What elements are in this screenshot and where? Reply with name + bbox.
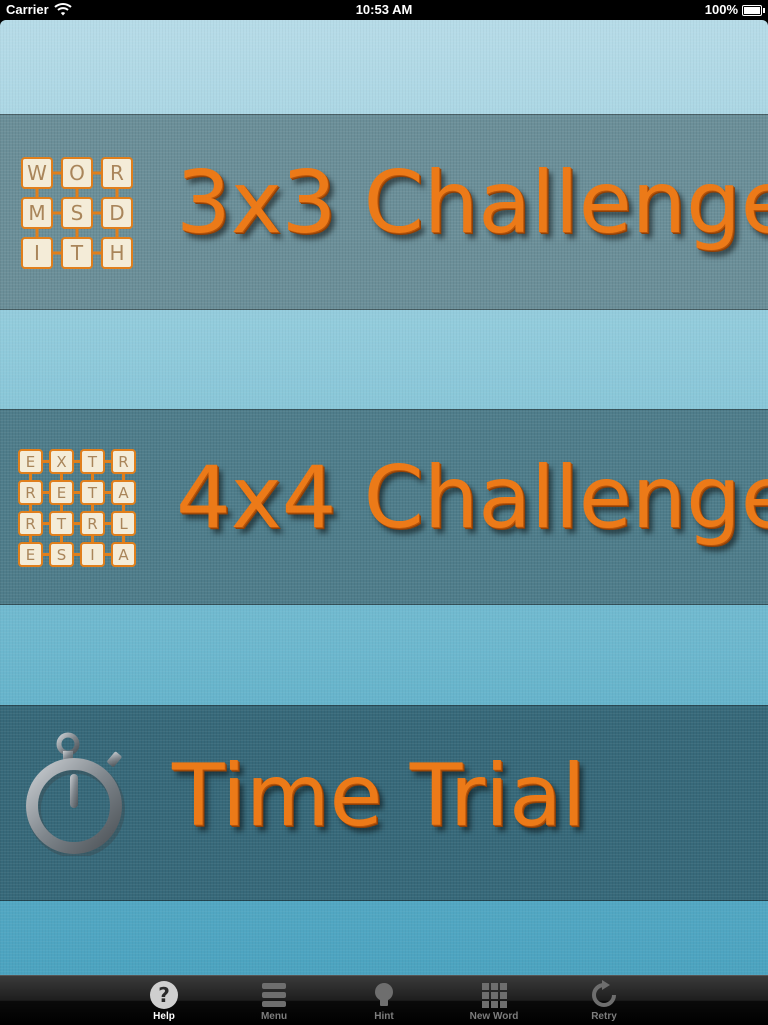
tab-retry[interactable]: Retry xyxy=(549,976,659,1025)
letter-tile: E xyxy=(18,449,43,474)
svg-text:E: E xyxy=(26,546,35,564)
tab-menu[interactable]: Menu xyxy=(219,976,329,1025)
letter-tile: S xyxy=(61,197,93,229)
letter-tile: R xyxy=(80,511,105,536)
battery-icon xyxy=(742,5,765,16)
svg-text:W: W xyxy=(27,161,47,185)
letter-tile: I xyxy=(80,542,105,567)
svg-text:A: A xyxy=(118,546,129,564)
clock: 10:53 AM xyxy=(355,2,413,17)
letter-tile: A xyxy=(111,542,136,567)
help-icon: ? xyxy=(150,981,178,1009)
letter-tile: W xyxy=(21,157,53,189)
svg-text:T: T xyxy=(87,453,98,471)
menu-item-time-trial[interactable]: Time Trial xyxy=(0,705,768,901)
stopwatch-icon xyxy=(26,732,125,856)
menu-item-label: Time Trial xyxy=(172,746,586,846)
svg-text:T: T xyxy=(87,484,98,502)
svg-text:S: S xyxy=(57,546,67,564)
lightbulb-icon xyxy=(375,983,393,1006)
menu-item-4x4-challenge[interactable]: EXTRRETARTRLESIA 4x4 Challenge xyxy=(0,409,768,605)
svg-text:A: A xyxy=(118,484,129,502)
retry-icon xyxy=(592,980,616,1007)
letter-tile: A xyxy=(111,480,136,505)
letter-tile: H xyxy=(101,237,133,269)
svg-text:H: H xyxy=(109,241,124,265)
letter-tile: O xyxy=(61,157,93,189)
letter-tile: R xyxy=(18,480,43,505)
letter-tile: T xyxy=(49,511,74,536)
tab-label: Hint xyxy=(374,1011,394,1022)
grid-icon xyxy=(482,983,507,1008)
svg-text:L: L xyxy=(119,515,128,533)
tab-bar: ? Help Menu Hint New Word Retry xyxy=(0,975,768,1025)
svg-text:S: S xyxy=(71,201,84,225)
tab-label: Menu xyxy=(260,1011,288,1022)
letter-tile: T xyxy=(80,480,105,505)
letter-tile: E xyxy=(49,480,74,505)
letter-tile: R xyxy=(18,511,43,536)
svg-text:R: R xyxy=(110,161,124,185)
svg-text:I: I xyxy=(90,546,94,564)
letter-tile: S xyxy=(49,542,74,567)
svg-text:R: R xyxy=(25,515,35,533)
svg-text:M: M xyxy=(28,201,45,225)
svg-text:T: T xyxy=(70,241,84,265)
svg-text:D: D xyxy=(109,201,124,225)
svg-text:R: R xyxy=(118,453,128,471)
letter-tile: I xyxy=(21,237,53,269)
tab-label: Help xyxy=(153,1011,175,1022)
svg-text:E: E xyxy=(26,453,35,471)
svg-text:T: T xyxy=(56,515,67,533)
svg-text:?: ? xyxy=(158,983,170,1007)
tab-label: Retry xyxy=(591,1011,617,1022)
menu-icon xyxy=(262,983,286,1007)
svg-text:I: I xyxy=(34,241,40,265)
svg-text:R: R xyxy=(87,515,97,533)
menu-item-label: 3x3 Challenge xyxy=(176,153,768,253)
letter-tile: L xyxy=(111,511,136,536)
main-menu-screen: WORMSDITH 3x3 Challenge EXTRRETARTRLESIA… xyxy=(0,20,768,975)
tab-new-word[interactable]: New Word xyxy=(439,976,549,1025)
menu-item-label: 4x4 Challenge xyxy=(176,448,768,548)
svg-text:R: R xyxy=(25,484,35,502)
letter-tile: D xyxy=(101,197,133,229)
tab-hint[interactable]: Hint xyxy=(329,976,439,1025)
letter-tile: T xyxy=(80,449,105,474)
letter-tile: M xyxy=(21,197,53,229)
battery-percent: 100% xyxy=(704,2,738,17)
letter-tile: X xyxy=(49,449,74,474)
4x4-letter-grid-icon: E X T RR E T AR T R LE S I A xyxy=(18,449,136,567)
tab-label: New Word xyxy=(469,1011,519,1022)
letter-tile: T xyxy=(61,237,93,269)
3x3-letter-grid-icon: W O R M S D I T H xyxy=(21,157,133,269)
menu-item-3x3-challenge[interactable]: WO R M S D I T H 3x3 Challenge xyxy=(0,114,768,310)
status-bar: Carrier 10:53 AM 100% xyxy=(0,0,768,20)
letter-tile: E xyxy=(18,542,43,567)
svg-text:X: X xyxy=(56,453,66,471)
tab-help[interactable]: ? Help xyxy=(109,976,219,1025)
letter-tile: R xyxy=(111,449,136,474)
svg-text:O: O xyxy=(69,161,85,185)
svg-text:E: E xyxy=(57,484,66,502)
letter-tile: R xyxy=(101,157,133,189)
